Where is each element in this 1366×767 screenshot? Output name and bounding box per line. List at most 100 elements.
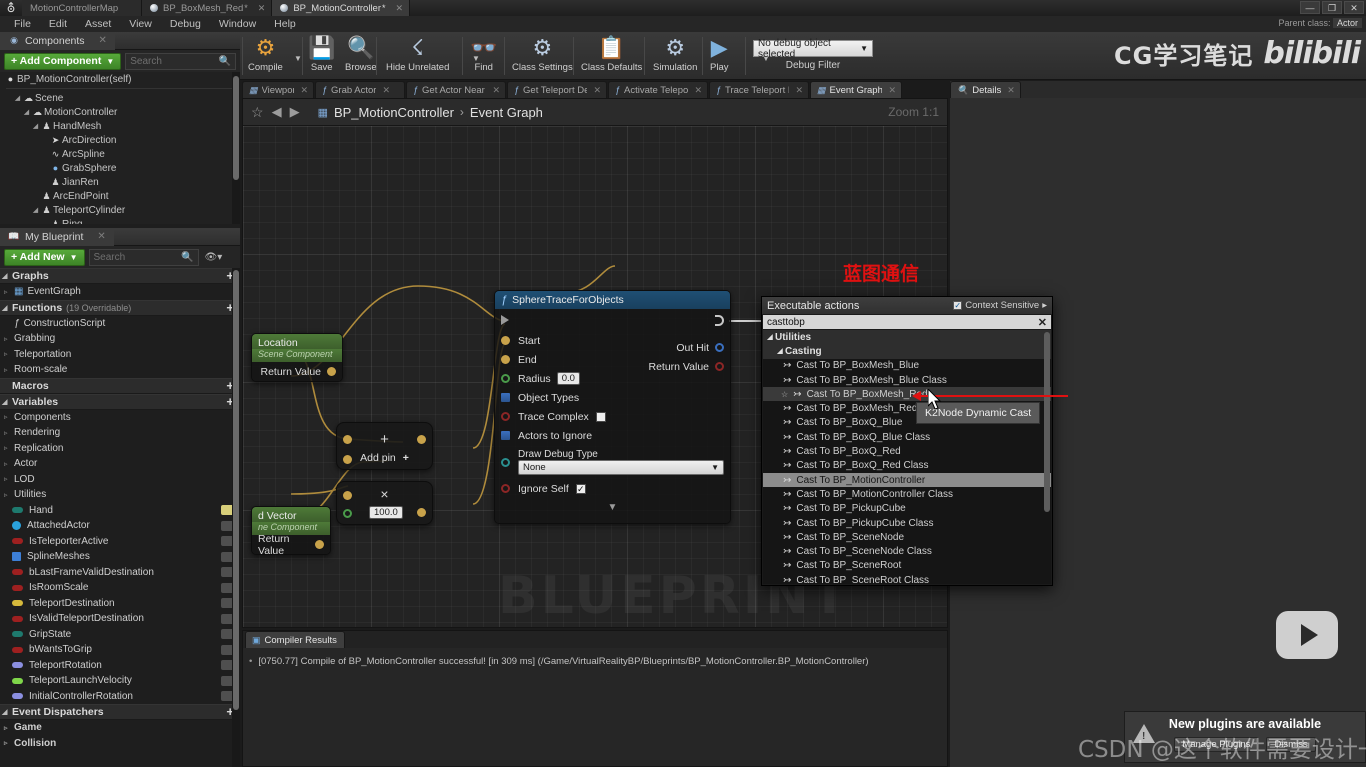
close-button[interactable]: ✕ [1344, 1, 1364, 14]
mb-variable-initialcontrollerrotation[interactable]: InitialControllerRotation [0, 689, 240, 705]
toolbar-class-settings-button[interactable]: ⚙ Class Settings [512, 34, 573, 78]
toolbar-class-defaults-button[interactable]: 📋 Class Defaults [581, 34, 642, 78]
mb-item-actor[interactable]: ▹ Actor [0, 456, 240, 472]
mb-variable-isvalidteleportdestination[interactable]: IsValidTeleportDestination [0, 611, 240, 627]
my-blueprint-scrollbar-thumb[interactable] [233, 270, 239, 710]
node-expand-icon[interactable]: ▼ [495, 502, 730, 513]
window-tab-strip[interactable]: MotionControllerMap BP_BoxMesh_Red * ✕ BP_Mo… [22, 0, 411, 16]
ctx-action-cast-to-bp-boxmesh-blue[interactable]: ↣ Cast To BP_BoxMesh_Blue [763, 359, 1051, 373]
component-tree-item-scene[interactable]: ◢ ☁ Scene [0, 91, 240, 105]
expand-arrow-icon[interactable]: ▹ [4, 724, 14, 732]
my-blueprint-search-input[interactable]: Search 🔍 [88, 248, 199, 266]
mb-section-graphs[interactable]: ◢ Graphs + [0, 268, 240, 284]
exec-out-pin-icon[interactable] [715, 314, 724, 326]
node-input-actors-to-ignore[interactable]: Actors to Ignore [495, 426, 730, 445]
executable-actions-menu[interactable]: Executable actions ✓ Context Sensitive ▸… [761, 296, 1053, 586]
toolbar-compile-dropdown-caret[interactable]: ▼ [294, 54, 302, 63]
graph-node-sphere-trace[interactable]: ƒ SphereTraceForObjects Start End Radius 0.… [494, 290, 731, 524]
toolbar-compile-button[interactable]: ⚙ Compile [248, 34, 283, 78]
mb-variable-bwantstogrip[interactable]: bWantsToGrip [0, 642, 240, 658]
graph-node-vector[interactable]: d Vector ne Component Return Value [251, 506, 331, 555]
checkbox-checked-icon[interactable]: ✓ [953, 301, 963, 310]
mb-variable-teleportdestination[interactable]: TeleportDestination [0, 596, 240, 612]
close-icon[interactable]: ✕ [1007, 85, 1015, 96]
bool-pin-icon[interactable] [715, 362, 724, 371]
tab-compiler-results[interactable]: ▣ Compiler Results ✕ [245, 631, 345, 648]
array-pin-icon[interactable] [501, 393, 510, 402]
close-icon[interactable]: ✕ [492, 85, 500, 96]
checkbox-checked-icon[interactable]: ✓ [575, 483, 586, 494]
favorite-star-icon[interactable]: ☆ [781, 390, 788, 399]
node-exec-row[interactable] [495, 309, 730, 331]
window-controls[interactable]: — ❐ ✕ [1300, 1, 1364, 14]
expand-arrow-icon[interactable]: ◢ [13, 94, 22, 102]
expand-arrow-icon[interactable]: ◢ [765, 333, 775, 341]
toolbar-save-button[interactable]: 💾 Save [308, 34, 335, 78]
eye-visibility-icon[interactable]: 👁▾ [205, 252, 223, 263]
node-input-trace-complex[interactable]: Trace Complex [495, 407, 730, 426]
tab-trace-teleport-d[interactable]: ƒ Trace Teleport D ✕ [709, 81, 809, 98]
component-tree-item-motioncontroller[interactable]: ◢ ☁ MotionController [0, 105, 240, 119]
menu-item-window[interactable]: Window [210, 16, 265, 32]
mb-item-eventgraph[interactable]: ▹ ▦ EventGraph [0, 284, 240, 300]
breadcrumb-leaf[interactable]: Event Graph [470, 105, 543, 120]
expand-arrow-icon[interactable]: ◢ [2, 304, 12, 312]
mb-item-game[interactable]: ▹ Game [0, 720, 240, 736]
window-tab-0[interactable]: MotionControllerMap [22, 0, 142, 16]
components-search-input[interactable]: Search 🔍 [125, 52, 236, 70]
mb-variable-attachedactor[interactable]: AttachedActor [0, 518, 240, 534]
mb-variable-blastframevaliddestination[interactable]: bLastFrameValidDestination [0, 565, 240, 581]
component-tree-item-teleportcylinder[interactable]: ◢ ♟ TeleportCylinder [0, 203, 240, 217]
struct-pin-icon[interactable] [715, 343, 724, 352]
components-scrollbar-track[interactable] [232, 72, 240, 224]
mb-item-grabbing[interactable]: ▹ Grabbing [0, 331, 240, 347]
menu-item-help[interactable]: Help [265, 16, 305, 32]
components-root-row[interactable]: ● BP_MotionController(self) [0, 72, 240, 86]
node-input-ignore-self[interactable]: Ignore Self ✓ [495, 479, 730, 498]
component-tree-item-arcdirection[interactable]: ➤ ArcDirection [0, 133, 240, 147]
expand-arrow-icon[interactable]: ◢ [775, 347, 785, 355]
expand-arrow-icon[interactable]: ▹ [4, 444, 14, 452]
expand-arrow-icon[interactable]: ▹ [4, 366, 14, 374]
my-blueprint-close-icon[interactable]: ✕ [97, 231, 105, 242]
menu-item-debug[interactable]: Debug [161, 16, 210, 32]
close-icon[interactable]: ✕ [888, 85, 896, 96]
mb-item-teleportation[interactable]: ▹ Teleportation [0, 347, 240, 363]
expand-arrow-icon[interactable]: ▹ [4, 350, 14, 358]
maximize-button[interactable]: ❐ [1322, 1, 1342, 14]
mb-section-variables[interactable]: ◢ Variables + [0, 393, 240, 410]
multiply-output-pin[interactable] [417, 508, 426, 517]
parent-class-value[interactable]: Actor [1332, 18, 1362, 28]
components-tree-rows[interactable]: ◢ ☁ Scene ◢ ☁ MotionController ◢ ♟ HandMesh ➤ ArcD… [0, 91, 240, 225]
minimize-button[interactable]: — [1300, 1, 1320, 14]
clear-icon[interactable]: ✕ [1038, 316, 1047, 329]
node-output-row[interactable]: Return Value [648, 357, 724, 376]
tab-grab-actor[interactable]: ƒ Grab Actor ✕ [315, 81, 405, 98]
tab-activate-teleport[interactable]: ƒ Activate Teleport ✕ [608, 81, 708, 98]
graph-node-location[interactable]: Location Scene Component Return Value [251, 333, 343, 382]
vector-pin-icon[interactable] [501, 336, 510, 345]
breadcrumb-root[interactable]: BP_MotionController [334, 105, 454, 120]
components-scrollbar-thumb[interactable] [233, 76, 239, 180]
plus-icon[interactable]: + [403, 452, 409, 464]
forward-arrow-icon[interactable]: ▶ [290, 104, 300, 120]
ctx-action-cast-to-bp-scenenode[interactable]: ↣ Cast To BP_SceneNode [763, 530, 1051, 544]
vector-pin-icon[interactable] [501, 355, 510, 364]
ctx-action-cast-to-bp-boxmesh-blue-class[interactable]: ↣ Cast To BP_BoxMesh_Blue Class [763, 373, 1051, 387]
ctx-action-cast-to-bp-sceneroot[interactable]: ↣ Cast To BP_SceneRoot [763, 559, 1051, 573]
add-output-pin[interactable] [417, 435, 426, 444]
component-tree-item-ring[interactable]: ♟ Ring [0, 217, 240, 225]
mb-variable-splinemeshes[interactable]: SplineMeshes [0, 549, 240, 565]
mb-variable-teleportlaunchvelocity[interactable]: TeleportLaunchVelocity [0, 673, 240, 689]
ctx-action-cast-to-bp-sceneroot-class[interactable]: ↣ Cast To BP_SceneRoot Class [763, 573, 1051, 584]
mb-item-components[interactable]: ▹ Components [0, 410, 240, 426]
chevron-right-icon[interactable]: ▸ [1042, 300, 1047, 311]
multiply-input-pin-b[interactable] [343, 509, 352, 518]
float-pin-icon[interactable] [501, 374, 510, 383]
mb-item-utilities[interactable]: ▹ Utilities [0, 487, 240, 503]
tab-viewport[interactable]: ▦Viewport ✕ [242, 81, 314, 98]
graph-node-add[interactable]: + Add pin + [336, 422, 433, 470]
bool-pin-icon[interactable] [501, 412, 510, 421]
menu-item-edit[interactable]: Edit [40, 16, 76, 32]
draw-debug-type-select[interactable]: None ▼ [518, 460, 724, 475]
